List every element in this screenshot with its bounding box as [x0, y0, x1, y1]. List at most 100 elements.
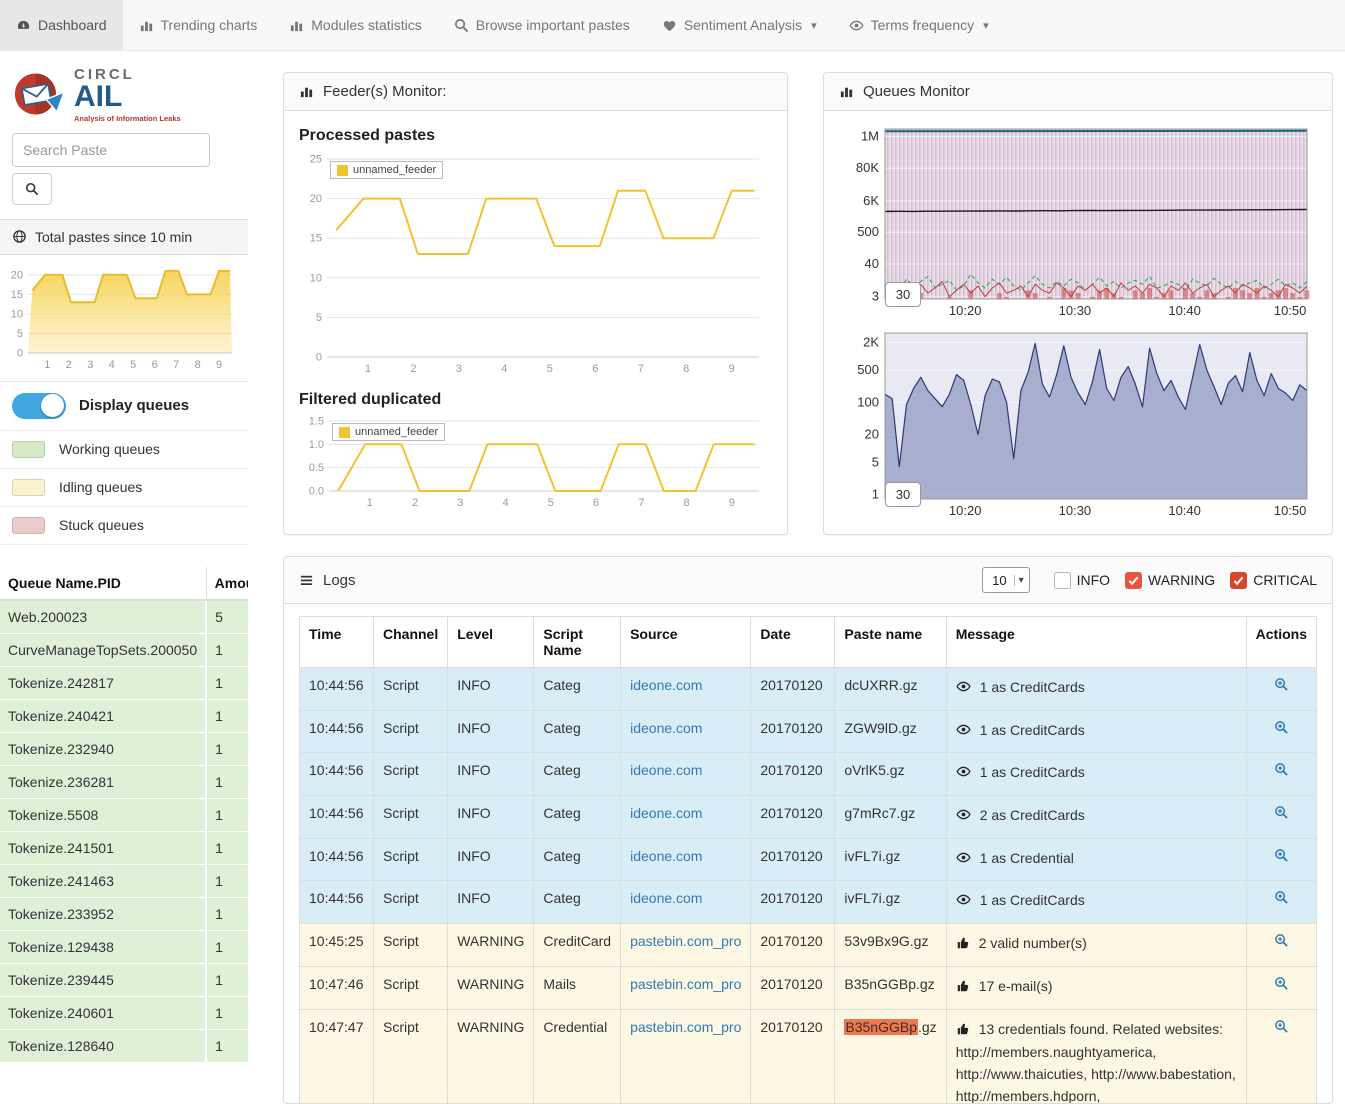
nav-item-modules-statistics[interactable]: Modules statistics	[273, 0, 437, 50]
queues-top-window-input[interactable]	[885, 282, 921, 307]
svg-text:15: 15	[11, 288, 23, 300]
working-queues-swatch	[12, 441, 45, 458]
svg-text:4: 4	[109, 359, 115, 371]
queue-row: Tokenize.2428171	[0, 666, 248, 699]
filter-warning[interactable]: WARNING	[1125, 572, 1215, 589]
filter-label: WARNING	[1148, 572, 1215, 588]
log-message-cell: 2 as CreditCards	[946, 796, 1246, 839]
log-level-cell: INFO	[448, 838, 534, 881]
search-plus-icon[interactable]	[1274, 890, 1289, 908]
svg-text:3: 3	[456, 363, 462, 375]
queues-bottom-window-input[interactable]	[885, 482, 921, 507]
queue-row: Tokenize.2406011	[0, 996, 248, 1029]
log-message-cell: 1 as Credential	[946, 838, 1246, 881]
queue-name-cell: Tokenize.233952	[0, 897, 206, 930]
source-link[interactable]: ideone.com	[630, 848, 702, 864]
paste-name-highlight: B35nGGBp	[844, 1019, 918, 1035]
bar-chart-icon	[299, 84, 314, 99]
log-time-cell: 10:44:56	[300, 881, 374, 924]
search-icon	[454, 18, 469, 33]
nav-item-dashboard[interactable]: Dashboard	[0, 0, 123, 50]
search-plus-icon[interactable]	[1274, 1019, 1289, 1037]
queue-name-cell: Tokenize.232940	[0, 732, 206, 765]
queue-table: Queue Name.PID Amount Web.2000235CurveMa…	[0, 567, 248, 1063]
search-plus-icon[interactable]	[1274, 677, 1289, 695]
log-date-cell: 20170120	[751, 881, 835, 924]
nav-item-browse-important-pastes[interactable]: Browse important pastes	[438, 0, 646, 50]
queue-amount-cell: 5	[206, 600, 248, 634]
queue-name-cell: Tokenize.240421	[0, 699, 206, 732]
log-message-text: 1 as CreditCards	[980, 892, 1085, 908]
filter-info[interactable]: INFO	[1054, 572, 1110, 589]
source-link[interactable]: pastebin.com_pro	[630, 933, 741, 949]
svg-text:1M: 1M	[861, 128, 879, 143]
svg-text:6: 6	[593, 497, 599, 509]
logs-page-size-select[interactable]: 10 ▾	[982, 567, 1030, 593]
log-row: 10:44:56ScriptINFOCategideone.com2017012…	[300, 838, 1317, 881]
source-link[interactable]: pastebin.com_pro	[630, 1019, 741, 1035]
logs-header-date: Date	[751, 617, 835, 668]
critical-checkbox[interactable]	[1230, 572, 1247, 589]
log-message-text: 1 as CreditCards	[980, 764, 1085, 780]
log-date-cell: 20170120	[751, 753, 835, 796]
log-date-cell: 20170120	[751, 668, 835, 711]
chevron-down-icon: ▾	[983, 19, 989, 32]
log-time-cell: 10:44:56	[300, 796, 374, 839]
processed-host-svg: 0510152025123456789	[299, 151, 771, 381]
brand-ail: AIL	[74, 83, 181, 112]
svg-text:10:20: 10:20	[949, 303, 982, 318]
log-actions-cell	[1246, 753, 1316, 796]
idling-queues-swatch	[12, 479, 45, 496]
search-plus-icon[interactable]	[1274, 720, 1289, 738]
log-level-cell: INFO	[448, 753, 534, 796]
source-link[interactable]: ideone.com	[630, 677, 702, 693]
search-paste-input[interactable]	[12, 133, 210, 167]
filtered-duplicated-title: Filtered duplicated	[299, 391, 772, 409]
logs-header-time: Time	[300, 617, 374, 668]
legend-label: Working queues	[59, 441, 160, 457]
search-plus-icon[interactable]	[1274, 976, 1289, 994]
svg-text:6: 6	[152, 359, 158, 371]
circl-logo-icon	[12, 69, 66, 119]
thumbs-up-icon	[956, 935, 970, 957]
svg-text:100: 100	[857, 394, 879, 409]
queue-row: Tokenize.1286401	[0, 1029, 248, 1062]
filter-critical[interactable]: CRITICAL	[1230, 572, 1317, 589]
svg-text:8: 8	[684, 497, 690, 509]
bar-chart-icon	[839, 84, 854, 99]
queue-amount-cell: 1	[206, 699, 248, 732]
log-message-cell: 1 as CreditCards	[946, 710, 1246, 753]
logs-heading: Logs 10 ▾ INFOWARNINGCRITICAL	[284, 557, 1332, 604]
warning-checkbox[interactable]	[1125, 572, 1142, 589]
queue-row: CurveManageTopSets.2000501	[0, 633, 248, 666]
display-queues-label: Display queues	[79, 397, 189, 414]
source-link[interactable]: ideone.com	[630, 890, 702, 906]
queue-name-cell: CurveManageTopSets.200050	[0, 633, 206, 666]
search-plus-icon[interactable]	[1274, 848, 1289, 866]
svg-text:3: 3	[872, 289, 879, 304]
source-link[interactable]: pastebin.com_pro	[630, 976, 741, 992]
log-paste-name-cell: B35nGGBp.gz	[835, 1009, 946, 1104]
app-logo: CIRCL AIL Analysis of Information Leaks	[12, 66, 236, 123]
nav-item-trending-charts[interactable]: Trending charts	[123, 0, 274, 50]
info-checkbox[interactable]	[1054, 572, 1071, 589]
search-plus-icon[interactable]	[1274, 762, 1289, 780]
nav-item-terms-frequency[interactable]: Terms frequency▾	[833, 0, 1005, 50]
queue-name-cell: Tokenize.240601	[0, 996, 206, 1029]
nav-item-sentiment-analysis[interactable]: Sentiment Analysis▾	[646, 0, 833, 50]
queue-name-cell: Web.200023	[0, 600, 206, 634]
log-actions-cell	[1246, 710, 1316, 753]
source-link[interactable]: ideone.com	[630, 762, 702, 778]
display-queues-toggle[interactable]	[12, 393, 66, 419]
eye-icon	[956, 892, 971, 914]
search-plus-icon[interactable]	[1274, 805, 1289, 823]
svg-text:10:30: 10:30	[1059, 303, 1092, 318]
search-plus-icon[interactable]	[1274, 933, 1289, 951]
filtered-host-legend: unnamed_feeder	[332, 423, 445, 441]
log-actions-cell	[1246, 924, 1316, 967]
queue-name-cell: Tokenize.241463	[0, 864, 206, 897]
source-link[interactable]: ideone.com	[630, 720, 702, 736]
logs-header-paste-name: Paste name	[835, 617, 946, 668]
source-link[interactable]: ideone.com	[630, 805, 702, 821]
search-submit-button[interactable]	[12, 173, 52, 205]
